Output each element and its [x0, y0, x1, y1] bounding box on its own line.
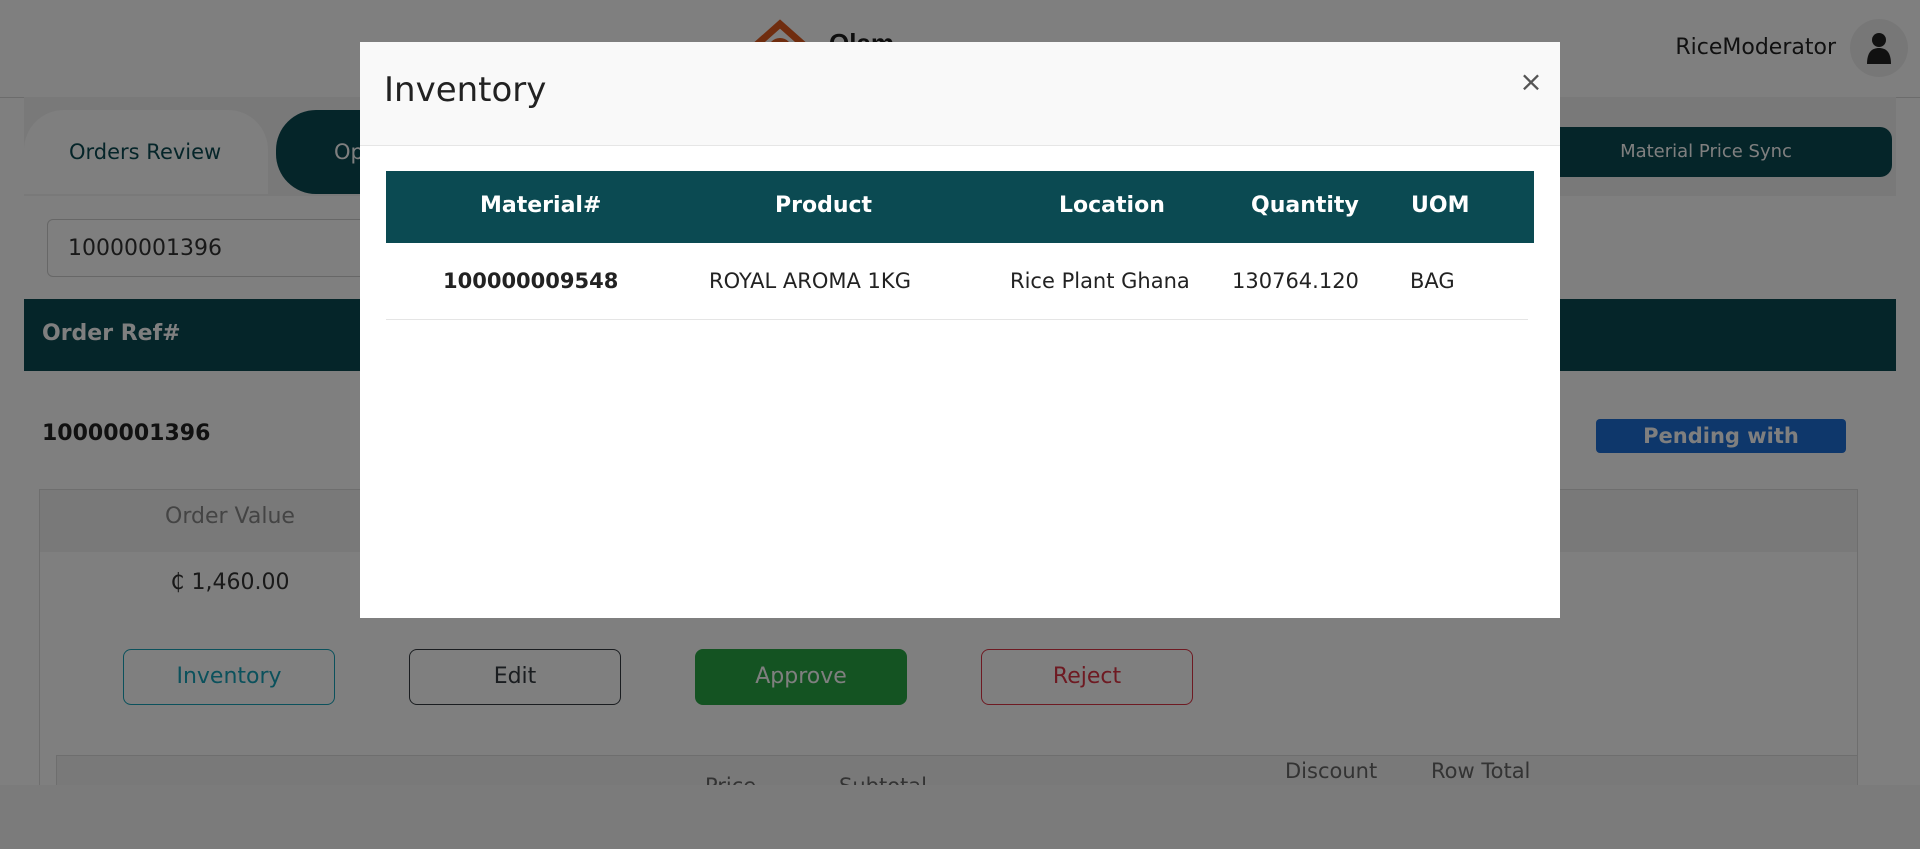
modal-header: Inventory × [360, 42, 1560, 146]
material-column-header: Material# [480, 193, 602, 218]
location-cell: Rice Plant Ghana [1010, 269, 1190, 293]
product-cell: ROYAL AROMA 1KG [709, 269, 911, 293]
material-cell: 100000009548 [443, 269, 619, 293]
inventory-modal: Inventory × Material# Product Location Q… [360, 42, 1560, 618]
location-column-header: Location [1059, 193, 1165, 218]
table-row: 100000009548 ROYAL AROMA 1KG Rice Plant … [386, 243, 1528, 320]
uom-column-header: UOM [1411, 193, 1470, 218]
quantity-column-header: Quantity [1251, 193, 1359, 218]
quantity-cell: 130764.120 [1232, 269, 1359, 293]
close-icon[interactable]: × [1515, 66, 1547, 98]
modal-title: Inventory [384, 70, 547, 110]
uom-cell: BAG [1410, 269, 1455, 293]
product-column-header: Product [775, 193, 873, 218]
inventory-table-header: Material# Product Location Quantity UOM [386, 171, 1534, 243]
